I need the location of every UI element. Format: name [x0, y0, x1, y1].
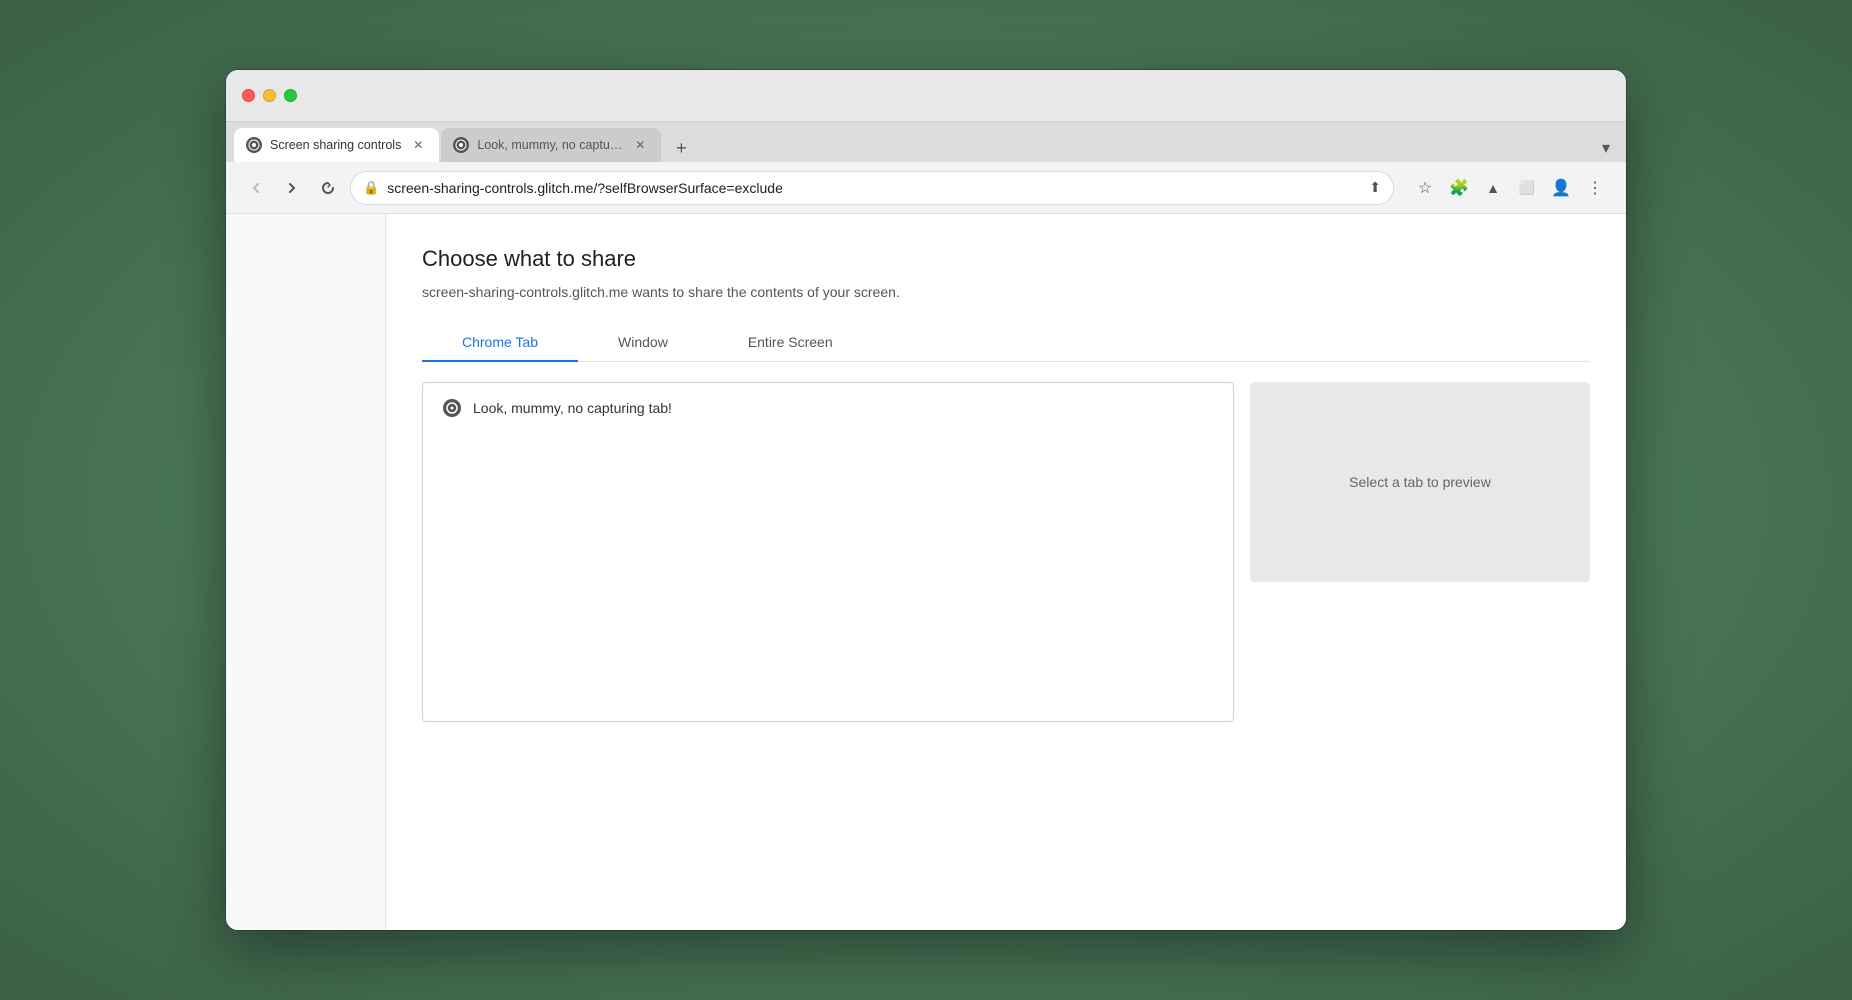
- profile-icon[interactable]: 👤: [1546, 173, 1576, 203]
- tab-window[interactable]: Window: [578, 324, 708, 362]
- minimize-button[interactable]: [263, 89, 276, 102]
- browser-window: Screen sharing controls ✕ Look, mummy, n…: [226, 70, 1626, 930]
- menu-icon[interactable]: ⋮: [1580, 173, 1610, 203]
- url-text: screen-sharing-controls.glitch.me/?selfB…: [387, 180, 1361, 196]
- tab-close-2[interactable]: ✕: [631, 136, 649, 154]
- tab-favicon-1: [246, 137, 262, 153]
- tab-title-2: Look, mummy, no capturing ta: [477, 138, 623, 152]
- close-button[interactable]: [242, 89, 255, 102]
- tab-dropdown-button[interactable]: ▾: [1594, 134, 1618, 162]
- forward-button[interactable]: [278, 174, 306, 202]
- share-content: Look, mummy, no capturing tab! Select a …: [422, 382, 1590, 722]
- share-icon: ⬆: [1369, 179, 1381, 196]
- preview-box: Select a tab to preview: [1250, 382, 1590, 582]
- maximize-button[interactable]: [284, 89, 297, 102]
- tab-title-1: Screen sharing controls: [270, 138, 401, 152]
- browser-content: Choose what to share screen-sharing-cont…: [226, 214, 1626, 930]
- tab-favicon-2: [453, 137, 469, 153]
- labs-icon[interactable]: ▲: [1478, 173, 1508, 203]
- toolbar-icons: ☆ 🧩 ▲ ⬜ 👤 ⋮: [1410, 173, 1610, 203]
- url-bar[interactable]: 🔒 screen-sharing-controls.glitch.me/?sel…: [350, 171, 1394, 205]
- tab-close-1[interactable]: ✕: [409, 136, 427, 154]
- back-button[interactable]: [242, 174, 270, 202]
- new-tab-button[interactable]: +: [667, 134, 695, 162]
- tab-chrome-tab[interactable]: Chrome Tab: [422, 324, 578, 362]
- browser-tab-inactive[interactable]: Look, mummy, no capturing ta ✕: [441, 128, 661, 162]
- browser-sidebar: [226, 214, 386, 930]
- bookmark-icon[interactable]: ☆: [1410, 173, 1440, 203]
- tab-entire-screen[interactable]: Entire Screen: [708, 324, 873, 362]
- tab-item-favicon: [443, 399, 461, 417]
- tab-bar: Screen sharing controls ✕ Look, mummy, n…: [226, 122, 1626, 162]
- dialog-title: Choose what to share: [422, 246, 1590, 272]
- address-bar: 🔒 screen-sharing-controls.glitch.me/?sel…: [226, 162, 1626, 214]
- main-content: Choose what to share screen-sharing-cont…: [386, 214, 1626, 930]
- traffic-lights: [242, 89, 297, 102]
- browser-tab-active[interactable]: Screen sharing controls ✕: [234, 128, 439, 162]
- dialog-subtitle: screen-sharing-controls.glitch.me wants …: [422, 284, 1590, 300]
- reload-button[interactable]: [314, 174, 342, 202]
- list-item[interactable]: Look, mummy, no capturing tab!: [427, 387, 1229, 429]
- share-type-tabs: Chrome Tab Window Entire Screen: [422, 324, 1590, 362]
- security-lock-icon: 🔒: [363, 180, 379, 196]
- preview-placeholder: Select a tab to preview: [1349, 474, 1491, 490]
- tab-item-title: Look, mummy, no capturing tab!: [473, 400, 672, 416]
- preview-panel: Select a tab to preview: [1250, 382, 1590, 722]
- split-screen-icon[interactable]: ⬜: [1512, 173, 1542, 203]
- tab-list: Look, mummy, no capturing tab!: [422, 382, 1234, 722]
- extensions-icon[interactable]: 🧩: [1444, 173, 1474, 203]
- title-bar: [226, 70, 1626, 122]
